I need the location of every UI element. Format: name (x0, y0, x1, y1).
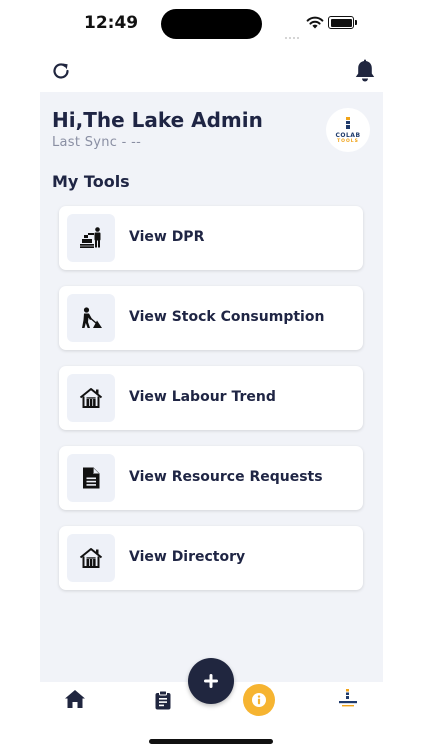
tool-card-view-labour-trend[interactable]: View Labour Trend (59, 366, 363, 430)
notification-bell-icon[interactable] (352, 58, 378, 84)
house-icon (79, 548, 103, 568)
status-bar: 12:49 (0, 0, 422, 48)
greeting-title: Hi,The Lake Admin (52, 108, 263, 132)
colab-logo-mark-icon (343, 117, 353, 129)
section-title: My Tools (52, 172, 130, 191)
cellular-signal-icon (285, 20, 301, 39)
home-indicator[interactable] (149, 739, 273, 744)
tool-icon-box (67, 374, 115, 422)
add-button[interactable] (188, 658, 234, 704)
tool-card-label: View Resource Requests (129, 469, 323, 485)
digging-worker-icon (82, 307, 102, 328)
main-panel: Hi,The Lake Admin Last Sync - -- COLAB T… (40, 92, 383, 682)
tool-card-label: View Directory (129, 549, 246, 565)
tool-icon-box (67, 454, 115, 502)
tool-card-view-dpr[interactable]: View DPR (59, 206, 363, 270)
logo-text: COLAB (335, 132, 361, 139)
tool-card-view-resource-requests[interactable]: View Resource Requests (59, 446, 363, 510)
tool-card-label: View DPR (129, 229, 205, 245)
last-sync-text: Last Sync - -- (52, 135, 142, 150)
tool-card-view-stock-consumption[interactable]: View Stock Consumption (59, 286, 363, 350)
tool-icon-box (67, 214, 115, 262)
tool-card-label: View Stock Consumption (129, 309, 325, 325)
refresh-icon[interactable] (50, 60, 72, 82)
battery-icon (328, 16, 357, 29)
tool-icon-box (67, 294, 115, 342)
document-icon (83, 467, 100, 489)
clipboard-icon[interactable] (154, 690, 172, 714)
status-time: 12:49 (84, 13, 139, 33)
house-icon (79, 388, 103, 408)
logo-subtext: TOOLS (337, 139, 359, 144)
dynamic-island (161, 9, 262, 39)
home-icon[interactable] (64, 689, 86, 713)
add-icon (204, 674, 218, 688)
company-logo: COLAB TOOLS (326, 108, 370, 152)
info-button[interactable] (243, 684, 275, 716)
colab-logo-icon[interactable] (336, 687, 360, 711)
construction-worker-bricks-icon (80, 227, 101, 248)
tool-icon-box (67, 534, 115, 582)
top-action-bar (0, 52, 422, 92)
tool-card-label: View Labour Trend (129, 389, 276, 405)
info-icon (252, 693, 266, 707)
wifi-icon (306, 14, 324, 33)
tool-card-view-directory[interactable]: View Directory (59, 526, 363, 590)
